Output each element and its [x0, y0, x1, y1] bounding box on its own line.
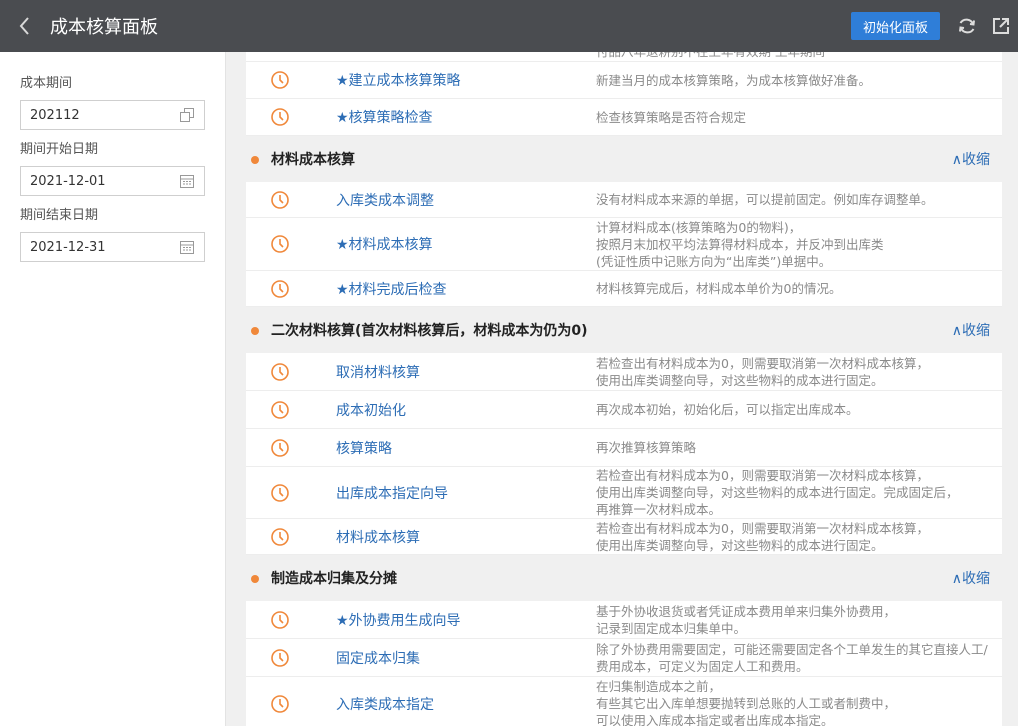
section-header: 制造成本归集及分摊 ∧收缩 [246, 555, 1002, 601]
step-description: 计算材料成本(核算策略为0的物料)， 按照月末加权平均法算得材料成本，并反冲到出… [596, 219, 884, 269]
refresh-icon [959, 18, 975, 34]
step-list: 取消材料核算 若检查出有材料成本为0，则需要取消第一次材料成本核算， 使用出库类… [246, 353, 1002, 555]
step-list: 入库类成本调整 没有材料成本来源的单据，可以提前固定。例如库存调整单。 ★材料成… [246, 182, 1002, 307]
step-description: 新建当月的成本核算策略，为成本核算做好准备。 [596, 72, 872, 88]
step-description: 基于外协收退货或者凭证成本费用单来归集外协费用， 记录到固定成本归集单中。 [596, 603, 897, 636]
step-description: 再次成本初始，初始化后，可以指定出库成本。 [596, 402, 859, 417]
step-description: 若检查出有材料成本为0，则需要取消第一次材料成本核算， 使用出库类调整向导，对这… [596, 520, 929, 553]
list-item[interactable]: 固定成本归集 除了外协费用需要固定，可能还需要固定各个工单发生的其它直接人工/ … [246, 639, 1002, 677]
page-title: 成本核算面板 [50, 17, 158, 38]
back-icon [19, 17, 29, 35]
step-name[interactable]: ★核算策略检查 [336, 107, 433, 127]
end-date-value: 2021-12-31 [30, 239, 106, 255]
step-name[interactable]: 固定成本归集 [336, 648, 420, 668]
bullet-dot [251, 156, 259, 164]
calendar-icon[interactable] [179, 173, 195, 189]
collapse-toggle[interactable]: ∧收缩 [952, 149, 990, 169]
calendar-icon[interactable] [179, 239, 195, 255]
step-description: 检查核算策略是否符合规定 [596, 109, 747, 125]
filter-sidebar: 成本期间 202112 期间开始日期 2021-12-01 期间结束日期 202… [0, 52, 226, 726]
init-panel-button[interactable]: 初始化面板 [850, 12, 940, 40]
list-item[interactable]: ★材料完成后检查 材料核算完成后，材料成本单价为0的情况。 [246, 271, 1002, 307]
step-name[interactable]: 取消材料核算 [336, 362, 420, 382]
clock-icon [271, 610, 289, 629]
list-item[interactable]: 入库类成本调整 没有材料成本来源的单据，可以提前固定。例如库存调整单。 [246, 182, 1002, 218]
start-date-label: 期间开始日期 [20, 142, 99, 157]
clock-icon [271, 648, 289, 667]
share-icon [993, 18, 1009, 34]
step-name[interactable]: ★建立成本核算策略 [336, 70, 461, 90]
end-date-label: 期间结束日期 [20, 208, 99, 223]
refresh-button[interactable] [950, 0, 984, 52]
clock-icon [271, 483, 289, 502]
list-item[interactable]: 入库类成本指定 在归集制造成本之前， 有些其它出入库单想要抛转到总账的人工或者制… [246, 677, 1002, 726]
section-title: 材料成本核算 [271, 152, 355, 168]
step-name[interactable]: 入库类成本指定 [336, 694, 434, 714]
period-label: 成本期间 [20, 76, 73, 91]
step-description: 付品八年退耕别不在上年有效期 上年期间 [596, 52, 1002, 60]
section-title: 二次材料核算(首次材料核算后，材料成本为仍为0) [271, 323, 588, 339]
list-item[interactable]: ★材料成本核算 计算材料成本(核算策略为0的物料)， 按照月末加权平均法算得材料… [246, 218, 1002, 271]
top-step-list: 付品八年退耕别不在上年有效期 上年期间 ★建立成本核算策略 新建当月的成本核算策… [246, 52, 1002, 136]
list-item[interactable]: 出库成本指定向导 若检查出有材料成本为0，则需要取消第一次材料成本核算， 使用出… [246, 467, 1002, 519]
section-header: 二次材料核算(首次材料核算后，材料成本为仍为0) ∧收缩 [246, 307, 1002, 353]
step-name[interactable]: ★材料完成后检查 [336, 279, 447, 299]
step-name[interactable]: ★外协费用生成向导 [336, 610, 461, 630]
back-button[interactable] [0, 0, 50, 52]
list-item[interactable]: ★建立成本核算策略 新建当月的成本核算策略，为成本核算做好准备。 [246, 62, 1002, 99]
step-description: 在归集制造成本之前， 有些其它出入库单想要抛转到总账的人工或者制费中， 可以使用… [596, 679, 897, 726]
clock-icon [271, 400, 289, 419]
clock-icon [271, 438, 289, 457]
list-item[interactable]: 核算策略 再次推算核算策略 [246, 429, 1002, 467]
clock-icon [271, 190, 289, 209]
clock-icon [271, 527, 289, 546]
step-name[interactable]: 材料成本核算 [336, 527, 420, 547]
steps-panel: 付品八年退耕别不在上年有效期 上年期间 ★建立成本核算策略 新建当月的成本核算策… [246, 52, 1002, 726]
share-button[interactable] [984, 0, 1018, 52]
step-description: 材料核算完成后，材料成本单价为0的情况。 [596, 281, 842, 296]
step-list: ★外协费用生成向导 基于外协收退货或者凭证成本费用单来归集外协费用， 记录到固定… [246, 601, 1002, 726]
clock-icon [271, 279, 289, 298]
step-description: 没有材料成本来源的单据，可以提前固定。例如库存调整单。 [596, 192, 934, 207]
bullet-dot [251, 575, 259, 583]
step-name[interactable]: ★材料成本核算 [336, 234, 433, 254]
section-header: 材料成本核算 ∧收缩 [246, 136, 1002, 182]
clock-icon [271, 108, 289, 126]
collapse-toggle[interactable]: ∧收缩 [952, 320, 990, 340]
start-date-field[interactable]: 2021-12-01 [20, 166, 205, 196]
list-item[interactable]: ★外协费用生成向导 基于外协收退货或者凭证成本费用单来归集外协费用， 记录到固定… [246, 601, 1002, 639]
list-item[interactable]: 成本初始化 再次成本初始，初始化后，可以指定出库成本。 [246, 391, 1002, 429]
clock-icon [271, 71, 289, 89]
section-title: 制造成本归集及分摊 [271, 571, 397, 587]
step-description: 再次推算核算策略 [596, 440, 697, 455]
period-field[interactable]: 202112 [20, 100, 205, 130]
top-bar: 成本核算面板 初始化面板 [0, 0, 1018, 52]
start-date-value: 2021-12-01 [30, 173, 106, 189]
end-date-field[interactable]: 2021-12-31 [20, 232, 205, 262]
step-name[interactable]: 出库成本指定向导 [336, 483, 448, 503]
step-description: 若检查出有材料成本为0，则需要取消第一次材料成本核算， 使用出库类调整向导，对这… [596, 468, 959, 517]
clock-icon [271, 235, 289, 253]
clock-icon [271, 362, 289, 381]
step-description: 若检查出有材料成本为0，则需要取消第一次材料成本核算， 使用出库类调整向导，对这… [596, 355, 929, 388]
step-description: 除了外协费用需要固定，可能还需要固定各个工单发生的其它直接人工/ 费用成本，可定… [596, 641, 988, 674]
collapse-toggle[interactable]: ∧收缩 [952, 568, 990, 588]
period-value: 202112 [30, 107, 80, 123]
list-item: 付品八年退耕别不在上年有效期 上年期间 [246, 52, 1002, 62]
list-item[interactable]: 材料成本核算 若检查出有材料成本为0，则需要取消第一次材料成本核算， 使用出库类… [246, 519, 1002, 555]
copy-icon[interactable] [179, 107, 195, 123]
step-name[interactable]: 入库类成本调整 [336, 190, 434, 210]
step-name[interactable]: 成本初始化 [336, 400, 406, 420]
list-item[interactable]: ★核算策略检查 检查核算策略是否符合规定 [246, 99, 1002, 136]
list-item[interactable]: 取消材料核算 若检查出有材料成本为0，则需要取消第一次材料成本核算， 使用出库类… [246, 353, 1002, 391]
clock-icon [271, 694, 289, 713]
step-name[interactable]: 核算策略 [336, 438, 392, 458]
bullet-dot [251, 327, 259, 335]
